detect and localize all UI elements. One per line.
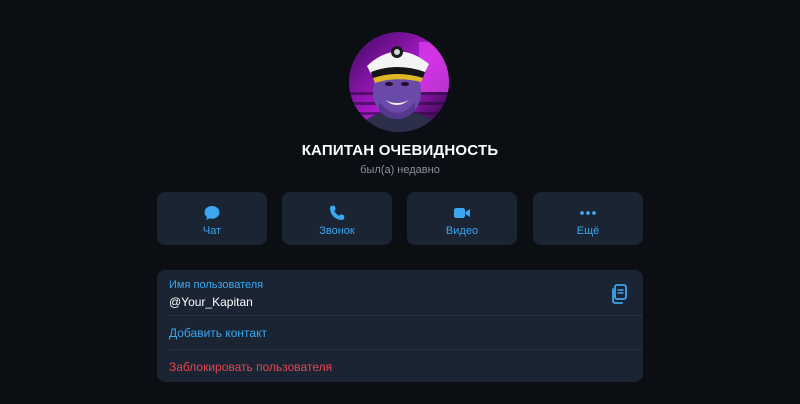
more-dots-icon [533,204,643,222]
call-button-label: Звонок [319,225,355,237]
chat-button[interactable]: Чат [157,192,267,245]
profile-name: КАПИТАН ОЧЕВИДНОСТЬ [301,142,499,159]
username-label: Имя пользователя [169,279,264,291]
last-seen-status: был(а) недавно [360,164,440,176]
avatar-image [349,32,449,132]
video-camera-icon [407,204,517,222]
copy-username-button[interactable] [609,283,629,305]
copy-icon [609,284,629,309]
video-button-label: Видео [445,225,479,237]
more-button[interactable]: Ещё [533,192,643,245]
divider [169,315,643,316]
chat-bubble-icon [157,204,267,222]
phone-icon [282,204,392,222]
profile-page: КАПИТАН ОЧЕВИДНОСТЬ был(а) недавно Чат З… [0,0,800,404]
block-user-button[interactable]: Заблокировать пользователя [169,360,332,374]
call-button[interactable]: Звонок [282,192,392,245]
action-bar: Чат Звонок Видео Ещё [157,192,643,245]
more-button-label: Ещё [576,225,600,237]
username-value[interactable]: @Your_Kapitan [169,295,253,309]
user-info-card: Имя пользователя @Your_Kapitan Добавить … [157,270,643,382]
chat-button-label: Чат [202,225,222,237]
add-contact-button[interactable]: Добавить контакт [169,326,267,340]
video-button[interactable]: Видео [407,192,517,245]
divider [169,349,643,350]
avatar[interactable] [349,32,449,132]
